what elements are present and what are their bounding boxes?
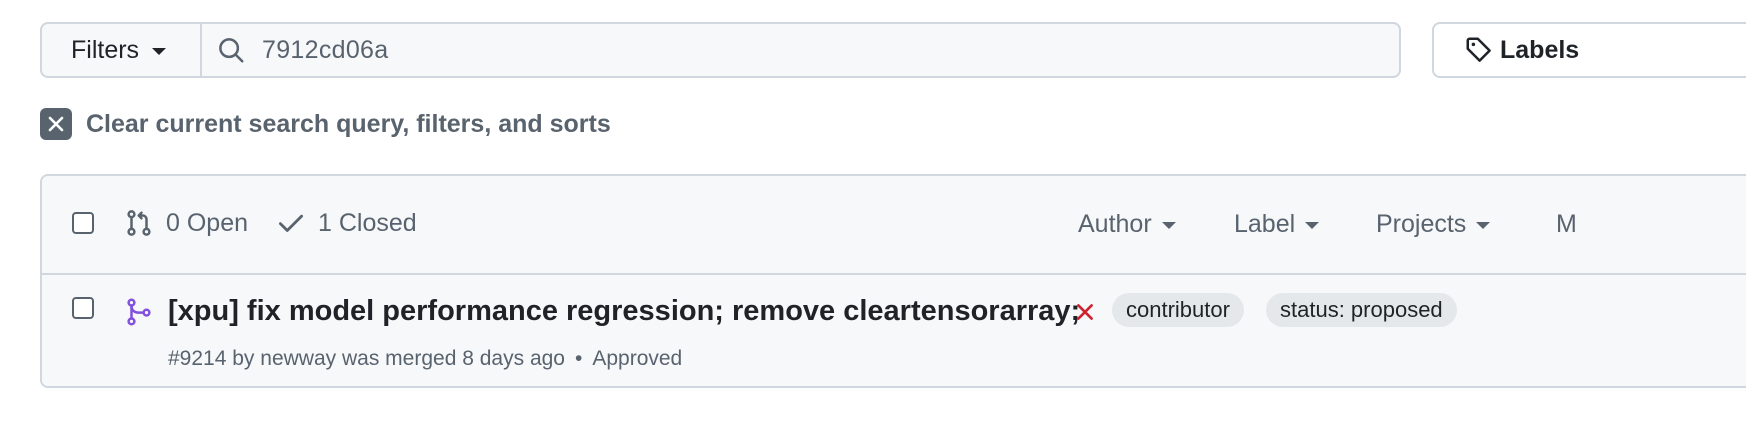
pr-by: by bbox=[232, 347, 255, 370]
filters-label: Filters bbox=[71, 35, 140, 64]
meta-separator: • bbox=[574, 347, 583, 370]
pr-review-status[interactable]: Approved bbox=[592, 347, 682, 370]
milestones-filter[interactable]: M bbox=[1556, 210, 1577, 239]
x-icon bbox=[40, 108, 72, 140]
clear-filters-link[interactable]: Clear current search query, filters, and… bbox=[40, 108, 611, 140]
search-icon bbox=[219, 38, 244, 63]
pr-time: 8 days ago bbox=[462, 347, 565, 370]
git-pull-request-icon bbox=[127, 210, 151, 236]
filters-button[interactable]: Filters bbox=[40, 22, 202, 78]
label-filter[interactable]: Label bbox=[1234, 210, 1320, 239]
closed-filter[interactable]: 1 Closed bbox=[276, 208, 417, 238]
milestones-label: M bbox=[1556, 210, 1577, 238]
projects-label: Projects bbox=[1376, 210, 1467, 238]
chevron-down-icon bbox=[152, 47, 167, 55]
chevron-down-icon bbox=[1305, 222, 1320, 229]
label-chip[interactable]: status: proposed bbox=[1266, 293, 1457, 327]
clear-filters-label: Clear current search query, filters, and… bbox=[86, 109, 611, 138]
pr-meta: #9214 by newway was merged 8 days ago • Ap… bbox=[168, 347, 682, 371]
label-chip[interactable]: contributor bbox=[1112, 293, 1244, 327]
row-checkbox[interactable] bbox=[72, 297, 94, 319]
open-filter[interactable]: 0 Open bbox=[124, 208, 248, 238]
labels-label: Labels bbox=[1500, 35, 1580, 64]
list-header: 0 Open 1 Closed Author Label Projects M bbox=[42, 176, 1746, 275]
search-input[interactable]: 7912cd06a bbox=[200, 22, 1401, 78]
pr-number: #9214 bbox=[168, 347, 227, 370]
check-icon bbox=[279, 214, 303, 232]
closed-count: 1 Closed bbox=[318, 208, 417, 237]
open-count: 0 Open bbox=[166, 208, 249, 237]
pr-state: was merged bbox=[342, 347, 457, 370]
pull-request-row[interactable]: [xpu] fix model performance regression; … bbox=[42, 275, 1746, 386]
labels-button[interactable]: Labels bbox=[1432, 22, 1746, 78]
author-label: Author bbox=[1078, 210, 1152, 238]
label-filter-label: Label bbox=[1234, 210, 1296, 238]
x-icon[interactable] bbox=[1074, 301, 1096, 323]
tag-icon bbox=[1466, 37, 1491, 62]
select-all-checkbox[interactable] bbox=[72, 212, 94, 234]
pull-request-list: 0 Open 1 Closed Author Label Projects M bbox=[40, 174, 1746, 388]
author-filter[interactable]: Author bbox=[1078, 210, 1176, 239]
pr-author-link[interactable]: newway bbox=[260, 347, 336, 370]
git-merge-icon bbox=[127, 298, 151, 326]
pr-title-link[interactable]: [xpu] fix model performance regression; … bbox=[168, 295, 1080, 328]
search-query: 7912cd06a bbox=[262, 35, 389, 64]
chevron-down-icon bbox=[1476, 222, 1491, 229]
chevron-down-icon bbox=[1161, 222, 1176, 229]
projects-filter[interactable]: Projects bbox=[1376, 210, 1491, 239]
